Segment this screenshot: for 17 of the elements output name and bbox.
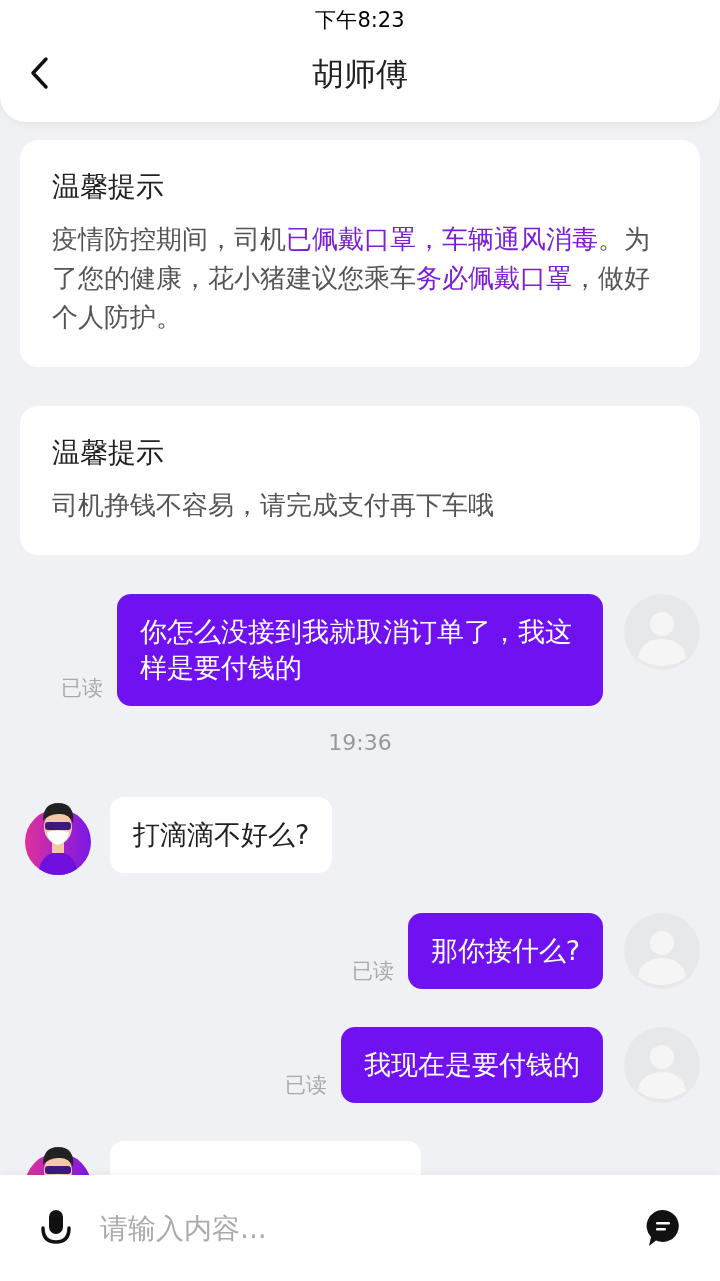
notice-text: 司机挣钱不容易，请完成支付再下车哦 bbox=[52, 489, 495, 522]
chat-bubble-icon[interactable] bbox=[646, 1209, 680, 1247]
message-bubble: 那你接什么? bbox=[407, 913, 603, 989]
input-bar[interactable]: 请输入内容... bbox=[0, 1175, 720, 1281]
status-time: 下午8:23 bbox=[314, 7, 406, 34]
window-title: 胡师傅 bbox=[312, 54, 408, 95]
notice-title: 温馨提示 bbox=[52, 170, 165, 204]
message-time: 19:36 bbox=[327, 730, 393, 756]
notice-text: 疫情防控期间，司机已佩戴口罩，车辆通风消毒。为了您的健康，花小猪建议您乘车务必佩戴口罩，做好个人防护。 bbox=[52, 223, 651, 334]
read-status: 已读 bbox=[285, 1072, 327, 1099]
read-status: 已读 bbox=[61, 675, 103, 702]
message-input[interactable]: 请输入内容... bbox=[98, 1210, 646, 1246]
message-bubble: 打滴滴不好么? bbox=[110, 797, 333, 873]
read-status: 已读 bbox=[351, 958, 394, 985]
notice-title: 温馨提示 bbox=[52, 436, 165, 470]
message-bubble: 你怎么没接到我就取消订单了，我这样是要付钱的 bbox=[117, 594, 603, 706]
message-bubble: 我现在是要付钱的 bbox=[341, 1027, 603, 1103]
